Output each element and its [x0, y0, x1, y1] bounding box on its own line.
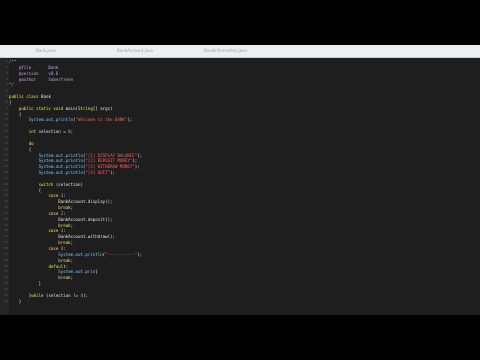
code-token: String [78, 105, 93, 111]
code-token: : [63, 246, 66, 251]
code-token: "[2] DEPOSIT MONEY" [85, 158, 133, 164]
code-token: ; [70, 129, 74, 135]
line-number: 42 [4, 298, 8, 303]
code-token: */ [9, 82, 14, 88]
code-token: ; [70, 275, 74, 281]
code-token: ); [82, 292, 88, 298]
code-token: ); [134, 164, 140, 170]
code-token: main( [65, 105, 79, 111]
code-token: : [63, 210, 66, 216]
code-token: "[1] DISPLAY BALANCE" [85, 152, 138, 158]
code-token: { [9, 99, 12, 105]
code-token: default [48, 263, 66, 269]
code-token: case [48, 193, 61, 199]
code-token: } [9, 298, 22, 304]
code-token: Bank [41, 94, 51, 100]
code-token: System.out.println [58, 251, 103, 257]
code-token: case [48, 228, 61, 234]
code-token: BankAccount.display(); [9, 199, 113, 205]
code-token: break [58, 222, 71, 228]
code-editor-window: Bank.java BankAccount.java BankInformati… [0, 45, 480, 315]
code-token: do [28, 140, 34, 146]
code-token: switch [38, 181, 54, 187]
code-token: BankAccount.deposit(); [9, 216, 113, 222]
code-token: { [9, 187, 42, 193]
code-token: break [58, 205, 71, 211]
code-token: public static void [18, 105, 66, 111]
code-token: { [9, 146, 32, 152]
code-token: System.out.println [38, 164, 83, 170]
code-token: case [48, 210, 61, 216]
code-token: /** [9, 59, 17, 64]
code-token: case [48, 246, 61, 251]
code-token: while [31, 292, 44, 298]
tab-bank[interactable]: Bank.java [36, 48, 56, 53]
code-token: ); [137, 152, 143, 158]
tab-bar: Bank.java BankAccount.java BankInformati… [0, 45, 480, 58]
code-token: @file Bank [9, 64, 59, 70]
code-token: ; [70, 240, 74, 246]
code-token: "-----------" [105, 251, 138, 257]
code-token: @version v0.6 [9, 70, 59, 76]
code-token: System.out.println [38, 152, 83, 158]
code-token: : [63, 193, 66, 199]
code-token: : [65, 263, 69, 269]
code-line[interactable]: 42 } [4, 298, 479, 305]
code-token: @author Soberfreen [9, 76, 74, 82]
code-token: "Welcome to the BANK" [75, 117, 128, 123]
code-token: ); [137, 251, 143, 257]
code-token: break [58, 257, 71, 263]
code-token: System.out.prin [58, 269, 96, 275]
code-token: [] args) [92, 105, 113, 111]
code-token: System.out.println [28, 117, 74, 123]
code-token: "[4] QUIT" [85, 170, 111, 176]
code-token: ); [127, 117, 133, 123]
code-token: System.out.println [38, 170, 83, 176]
code-token: ); [110, 170, 116, 176]
code-token: ; [70, 257, 74, 263]
code-token: ; [70, 205, 74, 211]
code-token: } [9, 281, 42, 287]
tab-bank-information[interactable]: BankInformation.java [204, 48, 247, 53]
code-token: | [95, 269, 98, 275]
code-area[interactable]: 1/** 2 @file Bank 3 @version v0.6 4 @author… [4, 59, 479, 305]
code-token: break [58, 240, 71, 246]
code-token: break [58, 275, 71, 281]
code-token: (selection != [43, 292, 81, 298]
code-token: { [9, 111, 22, 117]
code-token: } [9, 292, 32, 298]
code-token: "[3] WITHDRAW MONEY" [85, 164, 135, 170]
code-token: ); [132, 158, 138, 164]
code-token: int [28, 129, 39, 135]
code-token: (selection) [53, 181, 83, 187]
code-token: System.out.println [38, 158, 83, 164]
code-token: : [63, 228, 66, 234]
code-token: BankAccount.withdraw(); [9, 234, 115, 240]
code-token: selection = [38, 129, 69, 135]
code-token: public class [9, 94, 42, 100]
code-token: ; [70, 222, 74, 228]
tab-bank-account[interactable]: BankAccount.java [117, 48, 153, 53]
